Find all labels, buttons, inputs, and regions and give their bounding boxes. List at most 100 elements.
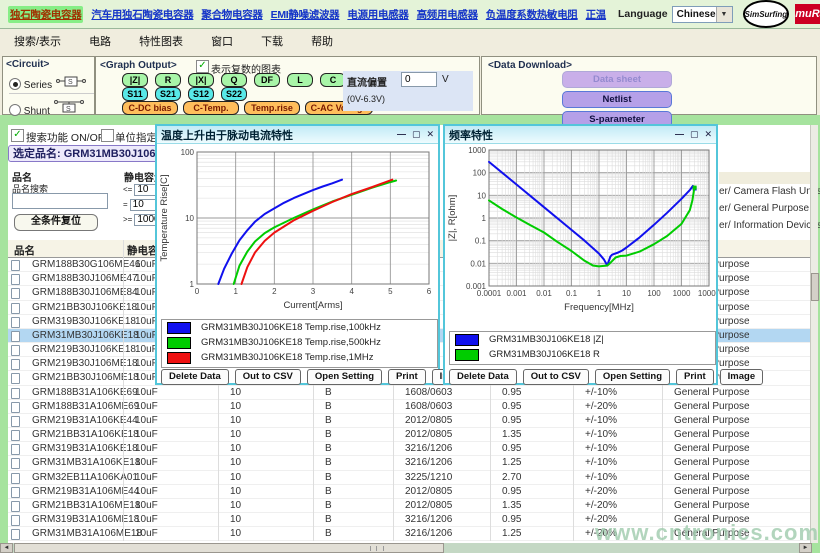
- cell-thickness: 0.95: [502, 443, 521, 454]
- cell-name: GRM319B30J106KE18: [32, 316, 136, 327]
- nav-link-6[interactable]: 负温度系数热敏电阻: [486, 7, 578, 22]
- col-header-name: 品名: [14, 243, 35, 258]
- language-select[interactable]: Chinese ▼: [672, 6, 733, 23]
- cap-filter-input-1[interactable]: [130, 199, 157, 211]
- close-icon[interactable]: ✕: [426, 129, 434, 140]
- table-row[interactable]: GRM219B31A106KE4410uF10B2012/08050.95+/-…: [8, 414, 810, 428]
- table-row[interactable]: GRM21BB31A106KE1810uF10B2012/08051.35+/-…: [8, 428, 810, 442]
- nav-link-7[interactable]: 正温: [586, 7, 606, 22]
- cyan-button-s22[interactable]: S22: [221, 87, 247, 101]
- out-to-csv-button[interactable]: Out to CSV: [235, 369, 301, 385]
- cap-filter-input-0[interactable]: [134, 184, 157, 196]
- nav-link-3[interactable]: EMI静噪滤波器: [271, 7, 340, 22]
- menu-item-5[interactable]: 帮助: [311, 33, 333, 49]
- menu-item-4[interactable]: 下载: [261, 33, 283, 49]
- green-button-df[interactable]: DF: [254, 73, 280, 87]
- nav-link-5[interactable]: 高频用电感器: [417, 7, 478, 22]
- scroll-left-arrow-icon[interactable]: ◄: [0, 543, 13, 553]
- download-netlist-button[interactable]: Netlist: [562, 91, 672, 108]
- green-button--z-[interactable]: |Z|: [122, 73, 148, 87]
- reset-filters-button[interactable]: 全条件复位: [14, 214, 98, 231]
- svg-text:1: 1: [190, 280, 195, 289]
- minimize-icon[interactable]: —: [397, 129, 406, 140]
- chevron-down-icon[interactable]: ▼: [716, 7, 732, 22]
- table-row[interactable]: GRM319B31A106KE1810uF10B3216/12060.95+/-…: [8, 442, 810, 456]
- legend-label: GRM31MB30J106KE18 R: [489, 349, 600, 360]
- nav-link-0[interactable]: 独石陶瓷电容器: [8, 6, 83, 23]
- radio-icon[interactable]: [9, 104, 21, 116]
- nav-link-2[interactable]: 聚合物电容器: [201, 7, 262, 22]
- cell-cap: 10uF: [135, 457, 158, 468]
- table-row[interactable]: GRM188B31A106ME6910uF10B1608/06030.95+/-…: [8, 400, 810, 414]
- table-row[interactable]: GRM31MB31A106KE1810uF10B3216/12061.25+/-…: [8, 456, 810, 470]
- image-button[interactable]: Image: [720, 369, 763, 385]
- toolbar: <Circuit> SeriesS ShuntS <Graph Output> …: [0, 52, 820, 115]
- cap-filter-input-2[interactable]: [134, 214, 157, 226]
- temp-rise-window-titlebar[interactable]: 温度上升由于脉动电流特性 — ▢ ✕: [157, 126, 438, 144]
- cell-tc: B: [325, 429, 332, 440]
- green-button-r[interactable]: R: [155, 73, 181, 87]
- maximize-icon[interactable]: ▢: [412, 129, 421, 140]
- menu-item-3[interactable]: 窗口: [211, 33, 233, 49]
- delete-data-button[interactable]: Delete Data: [161, 369, 229, 385]
- delete-data-button[interactable]: Delete Data: [449, 369, 517, 385]
- horizontal-scrollbar-thumb[interactable]: [14, 543, 444, 553]
- cell-size: 3216/1206: [405, 514, 452, 525]
- radio-icon[interactable]: [9, 78, 21, 90]
- cell-size: 1608/0603: [405, 387, 452, 398]
- cyan-button-s12[interactable]: S12: [188, 87, 214, 101]
- file-icon: [11, 359, 20, 370]
- minimize-icon[interactable]: —: [675, 129, 684, 140]
- print-button[interactable]: Print: [388, 369, 426, 385]
- table-row[interactable]: GRM32EB11A106KA0110uF10B3225/12102.70+/-…: [8, 471, 810, 485]
- show-complex-graph-checkbox[interactable]: ✓: [196, 60, 209, 73]
- green-button-l[interactable]: L: [287, 73, 313, 87]
- name-search-input[interactable]: [12, 193, 108, 209]
- svg-text:6: 6: [427, 287, 432, 296]
- menu-item-0[interactable]: 搜索/表示: [14, 33, 61, 49]
- open-setting-button[interactable]: Open Setting: [595, 369, 670, 385]
- table-row[interactable]: GRM219B31A106ME4410uF10B2012/08050.95+/-…: [8, 485, 810, 499]
- dc-bias-input[interactable]: [401, 72, 437, 87]
- svg-text:0.001: 0.001: [466, 282, 487, 291]
- circuit-option-shunt[interactable]: ShuntS: [9, 99, 94, 117]
- nav-link-4[interactable]: 电源用电感器: [347, 7, 408, 22]
- graph-output-title: <Graph Output>: [100, 60, 177, 71]
- print-button[interactable]: Print: [676, 369, 714, 385]
- cyan-button-s21[interactable]: S21: [155, 87, 181, 101]
- cell-app: General Purpose: [674, 457, 750, 468]
- cap-filter-header: 静电容量: [124, 169, 157, 184]
- out-to-csv-button[interactable]: Out to CSV: [523, 369, 589, 385]
- search-toggle-checkbox[interactable]: ✓: [11, 129, 24, 142]
- table-row[interactable]: GRM21BB31A106ME1810uF10B2012/08051.35+/-…: [8, 499, 810, 513]
- file-icon: [11, 260, 20, 271]
- unit-checkbox[interactable]: [101, 129, 114, 142]
- circuit-option-series[interactable]: SeriesS: [9, 75, 94, 94]
- legend-label: GRM31MB30J106KE18 Temp.rise,500kHz: [201, 337, 381, 348]
- cell-cap: 10uF: [135, 486, 158, 497]
- menu-item-2[interactable]: 特性图表: [139, 33, 183, 49]
- menu-item-1[interactable]: 电路: [89, 33, 111, 49]
- char-button-temp-rise[interactable]: Temp.rise: [244, 101, 300, 115]
- legend-entry: GRM31MB30J106KE18 |Z|: [450, 332, 715, 347]
- cell-name: GRM219B30J106KE18: [32, 344, 136, 355]
- maximize-icon[interactable]: ▢: [690, 129, 699, 140]
- svg-text:Temperature Rise[C]: Temperature Rise[C]: [159, 174, 170, 261]
- frequency-window: 频率特性 — ▢ ✕ 0.00010.0010.010.111010010001…: [443, 124, 718, 385]
- frequency-window-titlebar[interactable]: 频率特性 — ▢ ✕: [445, 126, 716, 144]
- cyan-button-s11[interactable]: S11: [122, 87, 148, 101]
- char-button-c-dc-bias[interactable]: C-DC bias: [122, 101, 178, 115]
- selected-part-label: 选定品名:: [13, 148, 61, 160]
- vertical-scrollbar[interactable]: [810, 125, 818, 543]
- char-button-c-temp-[interactable]: C-Temp.: [183, 101, 239, 115]
- open-setting-button[interactable]: Open Setting: [307, 369, 382, 385]
- cell-app: General Purpose: [674, 429, 750, 440]
- cell-tc: B: [325, 528, 332, 539]
- green-button--x-[interactable]: |X|: [188, 73, 214, 87]
- table-row[interactable]: GRM188B31A106KE6910uF10B1608/06030.95+/-…: [8, 386, 810, 400]
- cell-voltage: 10: [230, 472, 241, 483]
- green-button-q[interactable]: Q: [221, 73, 247, 87]
- close-icon[interactable]: ✕: [704, 129, 712, 140]
- vertical-scrollbar-thumb[interactable]: [811, 273, 819, 301]
- nav-link-1[interactable]: 汽车用独石陶瓷电容器: [91, 7, 193, 22]
